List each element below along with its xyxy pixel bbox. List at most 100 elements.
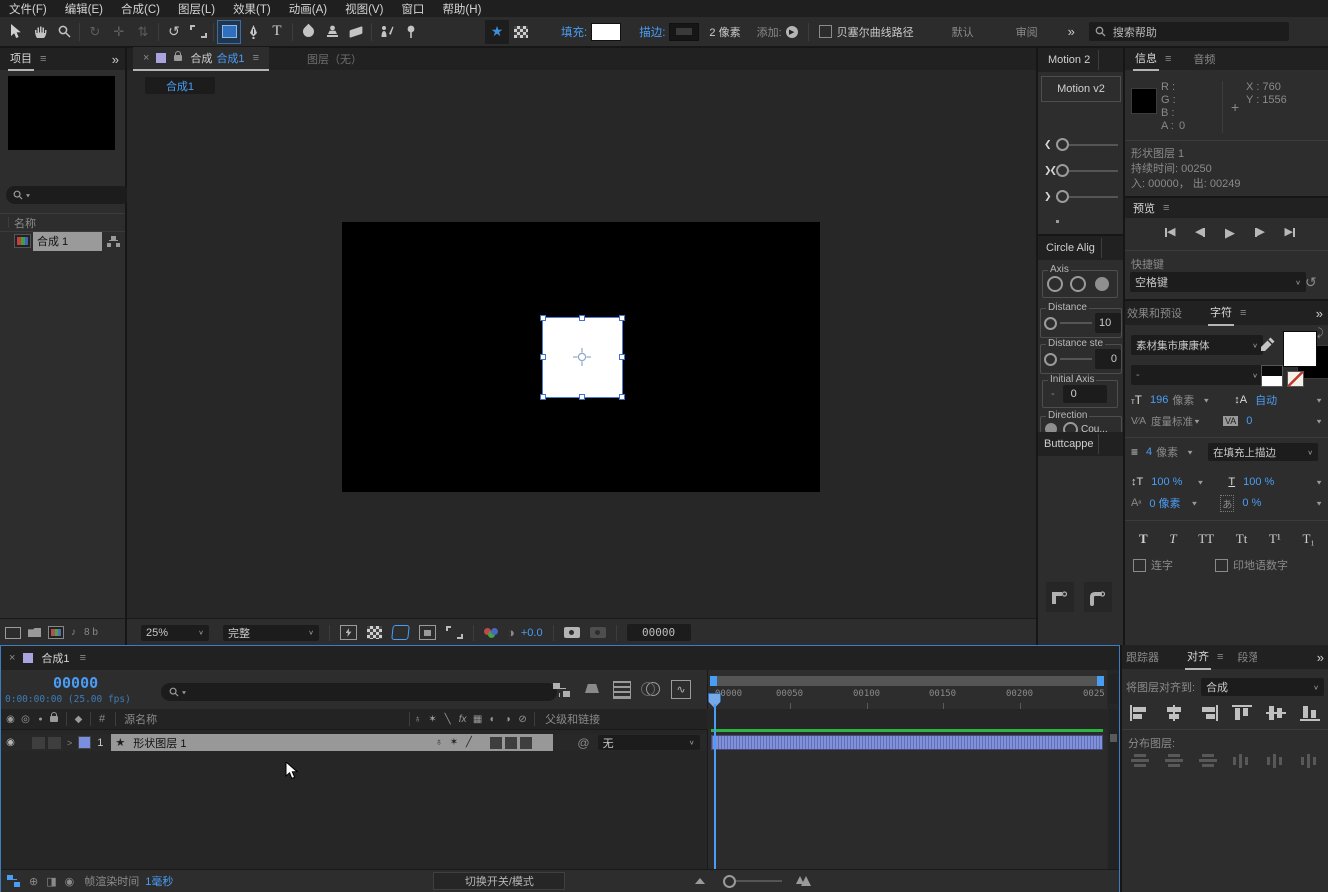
timeline-tracks-area[interactable] (707, 729, 1107, 869)
stroke-style-dropdown[interactable]: 在填充上描边∨ (1208, 443, 1318, 461)
timeline-panel-menu-icon[interactable]: ≡ (80, 652, 86, 664)
align-panel-menu-icon[interactable]: ≡ (1217, 651, 1223, 663)
toggle-switches-modes-button[interactable]: 切换开关/模式 (433, 872, 565, 890)
menu-view[interactable]: 视图(V) (336, 0, 392, 18)
comp-navigator-chip[interactable]: 合成1 (145, 77, 215, 94)
layer-duration-bar[interactable] (711, 735, 1103, 750)
text-tool-icon[interactable]: T (265, 20, 289, 44)
menu-animation[interactable]: 动画(A) (280, 0, 336, 18)
tab-character[interactable]: 字符 (1208, 300, 1234, 326)
dropdown-caret-icon[interactable]: ▼ (1315, 499, 1323, 506)
lock-icon[interactable] (174, 55, 182, 61)
selection-handle[interactable] (619, 315, 625, 321)
distribute-vertical-center-button[interactable] (1164, 753, 1184, 769)
subscript-button[interactable]: T₁ (1302, 531, 1314, 547)
ligatures-checkbox[interactable] (1133, 559, 1146, 572)
anchor-point-icon[interactable] (573, 348, 591, 366)
draft-3d-icon[interactable] (585, 681, 601, 697)
fast-preview-icon[interactable] (340, 625, 357, 640)
pickwhip-icon[interactable]: @ (577, 736, 589, 750)
horizontal-scale-value[interactable]: 100 % (1243, 476, 1274, 488)
add-label[interactable]: 添加: (757, 24, 782, 40)
text-fill-color-swatch[interactable] (1283, 331, 1317, 367)
zoom-in-mountains-icon[interactable] (796, 876, 811, 886)
selection-handle[interactable] (579, 394, 585, 400)
playhead-line[interactable] (714, 704, 716, 880)
comp-mini-flowchart-icon[interactable] (7, 875, 21, 887)
work-area-segment[interactable] (714, 676, 1098, 686)
layer-switches-cell[interactable]: ♁ ✶ ╱ (431, 734, 553, 751)
small-caps-button[interactable]: Tt (1236, 531, 1248, 547)
font-size-value[interactable]: 196 (1150, 394, 1168, 406)
next-frame-button[interactable]: ▶ (1255, 227, 1265, 238)
reset-icon[interactable]: ↺ (1305, 274, 1317, 291)
layer-label-color-swatch[interactable] (78, 736, 91, 749)
parent-link-dropdown[interactable]: 无∨ (598, 735, 700, 750)
slider-knob[interactable] (1056, 138, 1069, 151)
work-area-bar[interactable] (710, 676, 1104, 686)
rectangle-tool-icon[interactable] (217, 20, 241, 44)
tab-tracker[interactable]: 跟踪器 (1126, 649, 1159, 665)
view-layout-icon[interactable] (446, 626, 463, 639)
dropdown-caret-icon[interactable]: ▼ (1315, 478, 1323, 485)
distance-step-track[interactable] (1060, 358, 1092, 360)
tab-circle-align[interactable]: Circle Alig (1046, 238, 1102, 258)
mask-path-visibility-icon[interactable] (391, 625, 410, 640)
tool-creates-mask-icon[interactable] (509, 20, 533, 44)
current-frame-display[interactable]: 00000 (53, 674, 98, 692)
new-folder-icon[interactable] (28, 628, 41, 637)
align-vertical-center-button[interactable] (1266, 705, 1286, 721)
selection-handle[interactable] (540, 354, 546, 360)
align-right-button[interactable] (1198, 705, 1218, 721)
eyedropper-icon[interactable] (1261, 336, 1276, 354)
distribute-top-button[interactable] (1130, 753, 1150, 769)
project-item-row[interactable]: 合成 1 (0, 232, 125, 250)
stroke-width-value[interactable]: 2 像素 (709, 24, 740, 40)
graph-snapshot-icon[interactable]: ◨ (46, 875, 56, 888)
butt-cap-corner-icon[interactable] (1046, 582, 1074, 612)
menu-effect[interactable]: 效果(T) (224, 0, 280, 18)
show-snapshot-icon[interactable] (590, 627, 606, 638)
menu-composition[interactable]: 合成(C) (112, 0, 169, 18)
pen-tool-icon[interactable] (241, 20, 265, 44)
switch-box[interactable] (520, 737, 532, 749)
3d-switch-icon[interactable]: ⊘ (515, 714, 530, 725)
dropdown-caret-icon[interactable]: ▼ (1193, 417, 1201, 424)
add-menu-icon[interactable]: ▶ (786, 26, 798, 38)
info-panel-menu-icon[interactable]: ≡ (1165, 53, 1171, 65)
workspace-review-tab[interactable]: 审阅 (1016, 24, 1038, 40)
axis-both-radio[interactable] (1095, 277, 1109, 291)
project-search-box[interactable]: ▾ (6, 186, 130, 204)
align-horizontal-center-button[interactable] (1164, 705, 1184, 721)
hand-tool-icon[interactable] (28, 20, 52, 44)
slider-knob[interactable] (1056, 164, 1069, 177)
source-name-column-header[interactable]: 源名称 (124, 711, 157, 727)
layer-name-cell[interactable]: ★ 形状图层 1 (111, 734, 431, 751)
tracking-value[interactable]: 0 (1246, 415, 1252, 427)
solo-column-icon[interactable]: ● (33, 716, 48, 723)
tab-effects-presets[interactable]: 效果和预设 (1127, 305, 1182, 321)
zoom-out-mountain-icon[interactable] (695, 878, 705, 884)
switch-box[interactable] (505, 737, 517, 749)
close-tab-icon[interactable]: × (9, 652, 15, 664)
distance-step-knob[interactable] (1044, 353, 1057, 366)
preview-panel-menu-icon[interactable]: ≡ (1163, 202, 1169, 214)
layer-expander-icon[interactable]: > (67, 738, 72, 748)
composition-mini-flowchart-icon[interactable] (553, 683, 570, 697)
render-settings-icon[interactable]: ⊕ (29, 875, 38, 888)
switch-box[interactable] (490, 737, 502, 749)
slider-knob[interactable] (1056, 190, 1069, 203)
align-top-button[interactable] (1232, 705, 1252, 721)
panel-overflow-icon[interactable]: » (112, 52, 119, 67)
tab-preview[interactable]: 预览 (1133, 200, 1155, 216)
zoom-level-dropdown[interactable]: 25%∨ (141, 625, 209, 641)
superscript-button[interactable]: T¹ (1269, 531, 1281, 547)
slider-track[interactable] (1069, 144, 1118, 146)
project-item-name[interactable]: 合成 1 (33, 232, 102, 251)
comp-label-color-swatch[interactable] (156, 53, 166, 63)
work-area-start-handle[interactable] (710, 676, 717, 686)
swap-fill-stroke-icon[interactable]: ⤸ (1317, 327, 1324, 340)
adjustment-switch-icon[interactable]: ▦ (470, 714, 485, 725)
scrollbar-thumb[interactable] (1110, 734, 1117, 742)
distance-step-value-field[interactable]: 0 (1095, 349, 1121, 369)
